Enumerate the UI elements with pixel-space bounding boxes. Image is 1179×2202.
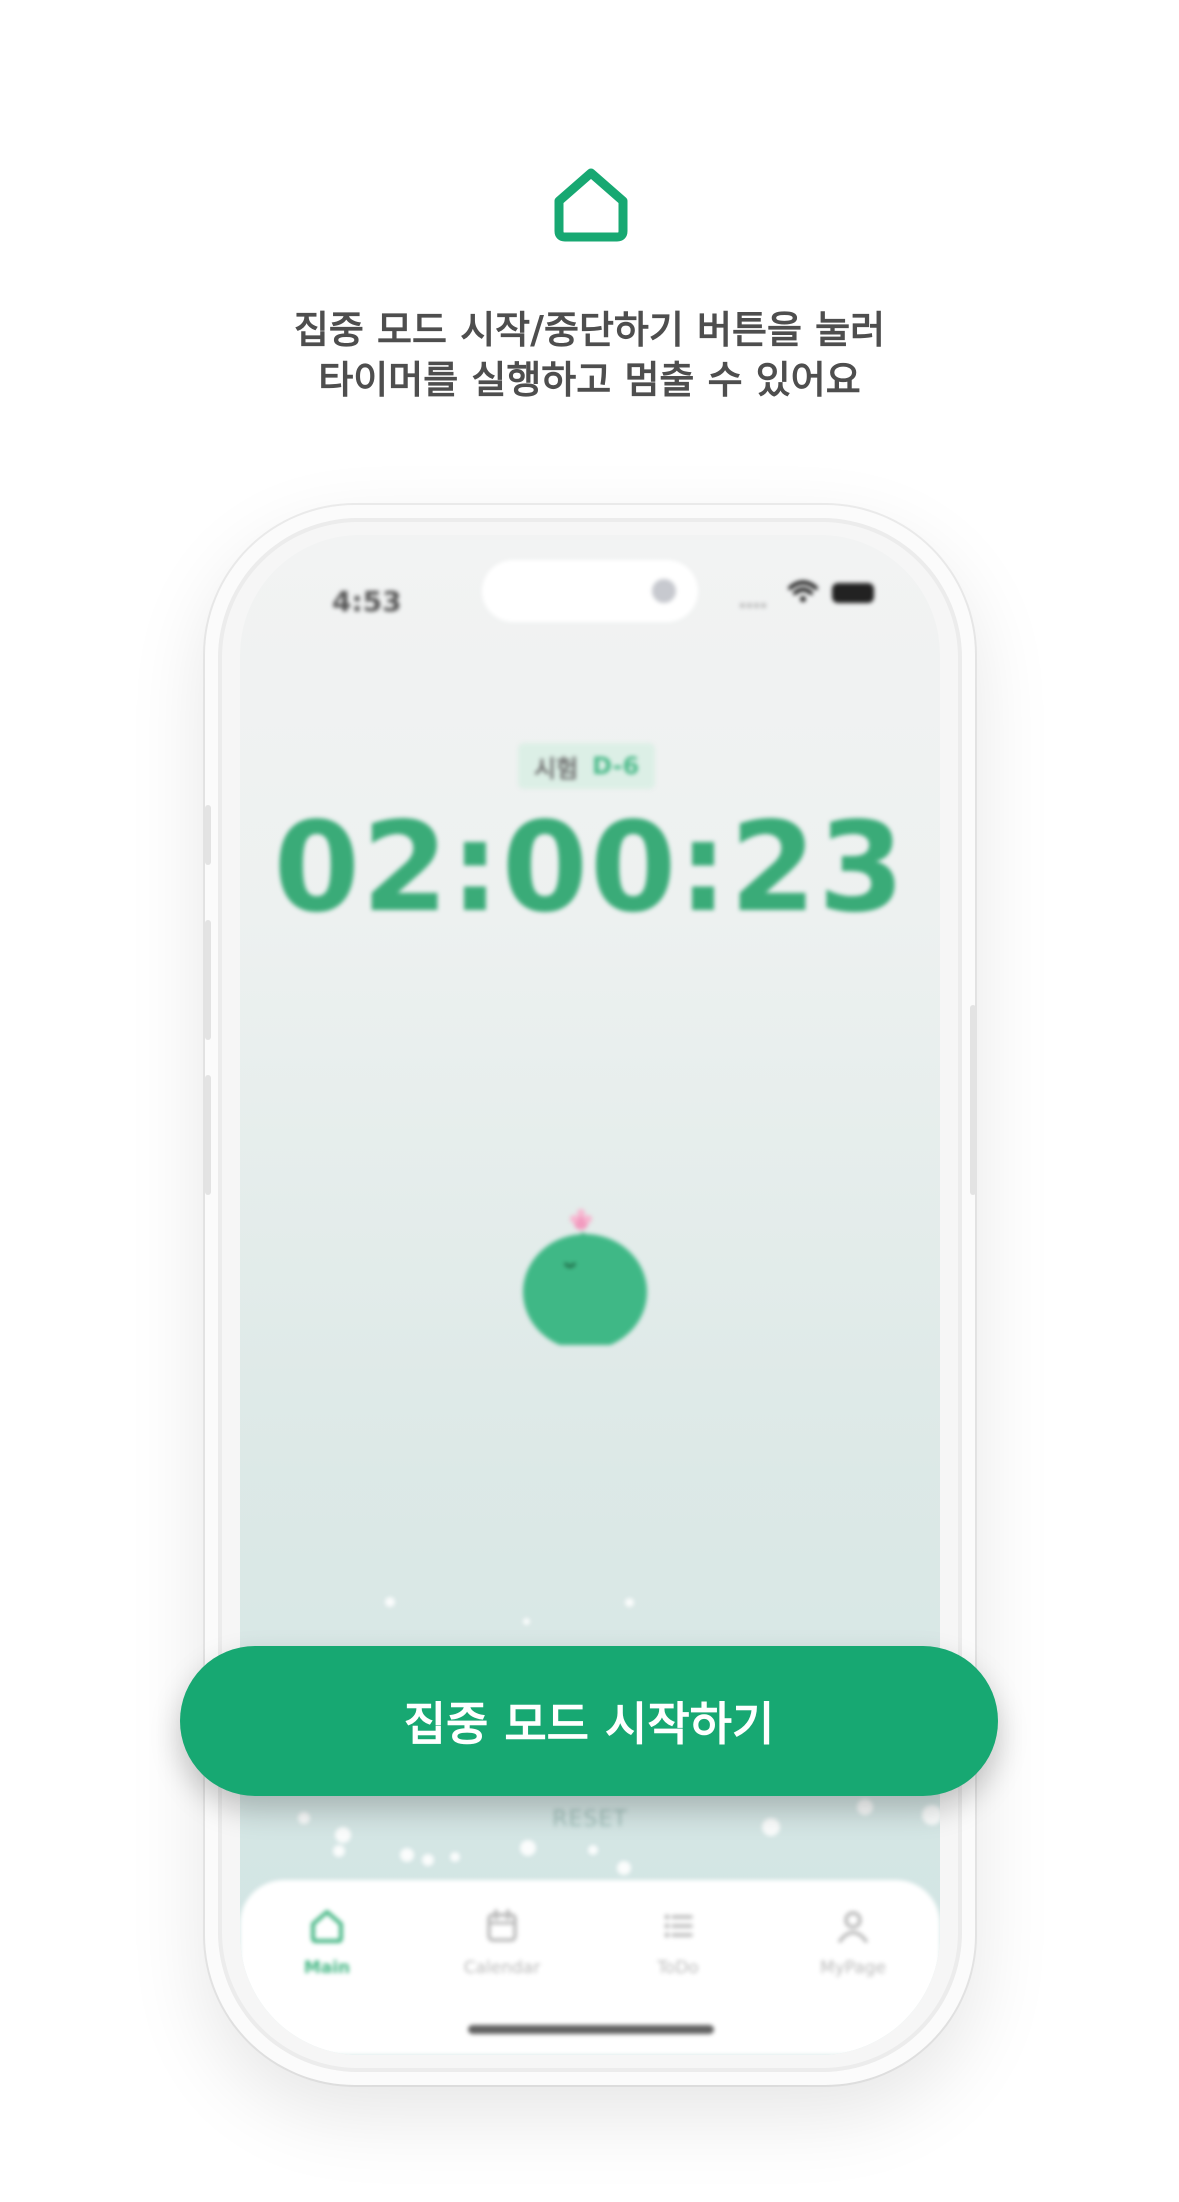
tab-mypage-label: MyPage <box>820 1958 886 1978</box>
person-icon <box>838 1911 868 1943</box>
tab-calendar-label: Calendar <box>463 1958 541 1978</box>
tab-todo-label: ToDo <box>657 1958 699 1978</box>
tab-calendar[interactable]: Calendar <box>442 1906 562 1978</box>
phone-side-button <box>205 920 211 1040</box>
phone-side-button <box>205 805 211 865</box>
tab-main[interactable]: Main <box>267 1906 387 1978</box>
status-bar-time: 4:53 <box>332 585 402 618</box>
home-icon <box>311 1910 343 1943</box>
home-icon <box>554 168 628 242</box>
dday-value: D-6 <box>592 752 640 780</box>
tab-todo[interactable]: ToDo <box>618 1906 738 1978</box>
battery-icon <box>832 583 874 603</box>
sparkle-dot <box>333 1845 345 1857</box>
sparkle-dot <box>617 1861 631 1875</box>
sparkle-dot <box>400 1848 414 1862</box>
description-line-1: 집중 모드 시작/중단하기 버튼을 눌러 <box>293 308 886 352</box>
camera-icon <box>652 579 676 603</box>
sparkle-dot <box>422 1854 434 1866</box>
description-line-2: 타이머를 실행하고 멈출 수 있어요 <box>318 358 861 402</box>
description-text: 집중 모드 시작/중단하기 버튼을 눌러 타이머를 실행하고 멈출 수 있어요 <box>0 305 1179 405</box>
cellular-signal-icon <box>740 593 772 608</box>
sparkle-dot <box>588 1845 598 1855</box>
phone-screen: 4:53 시험 D-6 02:00:23 RESET Main Calendar… <box>240 535 940 2055</box>
calendar-icon <box>487 1909 517 1942</box>
wifi-icon <box>788 580 818 602</box>
sparkle-dot <box>523 1618 530 1625</box>
list-icon <box>664 1914 693 1938</box>
home-indicator <box>468 2025 714 2034</box>
reset-button[interactable]: RESET <box>240 1807 940 1832</box>
phone-side-button <box>970 1005 976 1195</box>
sparkle-dot <box>625 1598 634 1607</box>
start-focus-mode-button[interactable]: 집중 모드 시작하기 <box>180 1646 998 1796</box>
tab-main-label: Main <box>303 1958 351 1978</box>
phone-side-button <box>205 1075 211 1195</box>
timer-display: 02:00:23 <box>273 796 907 940</box>
sparkle-dot <box>450 1852 460 1862</box>
sprout-character <box>523 1209 647 1345</box>
tab-mypage[interactable]: MyPage <box>793 1906 913 1978</box>
sparkle-dot <box>520 1840 536 1856</box>
sparkle-dot <box>385 1597 395 1607</box>
dday-badge: 시험 D-6 <box>518 743 656 789</box>
dday-label: 시험 <box>534 754 579 783</box>
